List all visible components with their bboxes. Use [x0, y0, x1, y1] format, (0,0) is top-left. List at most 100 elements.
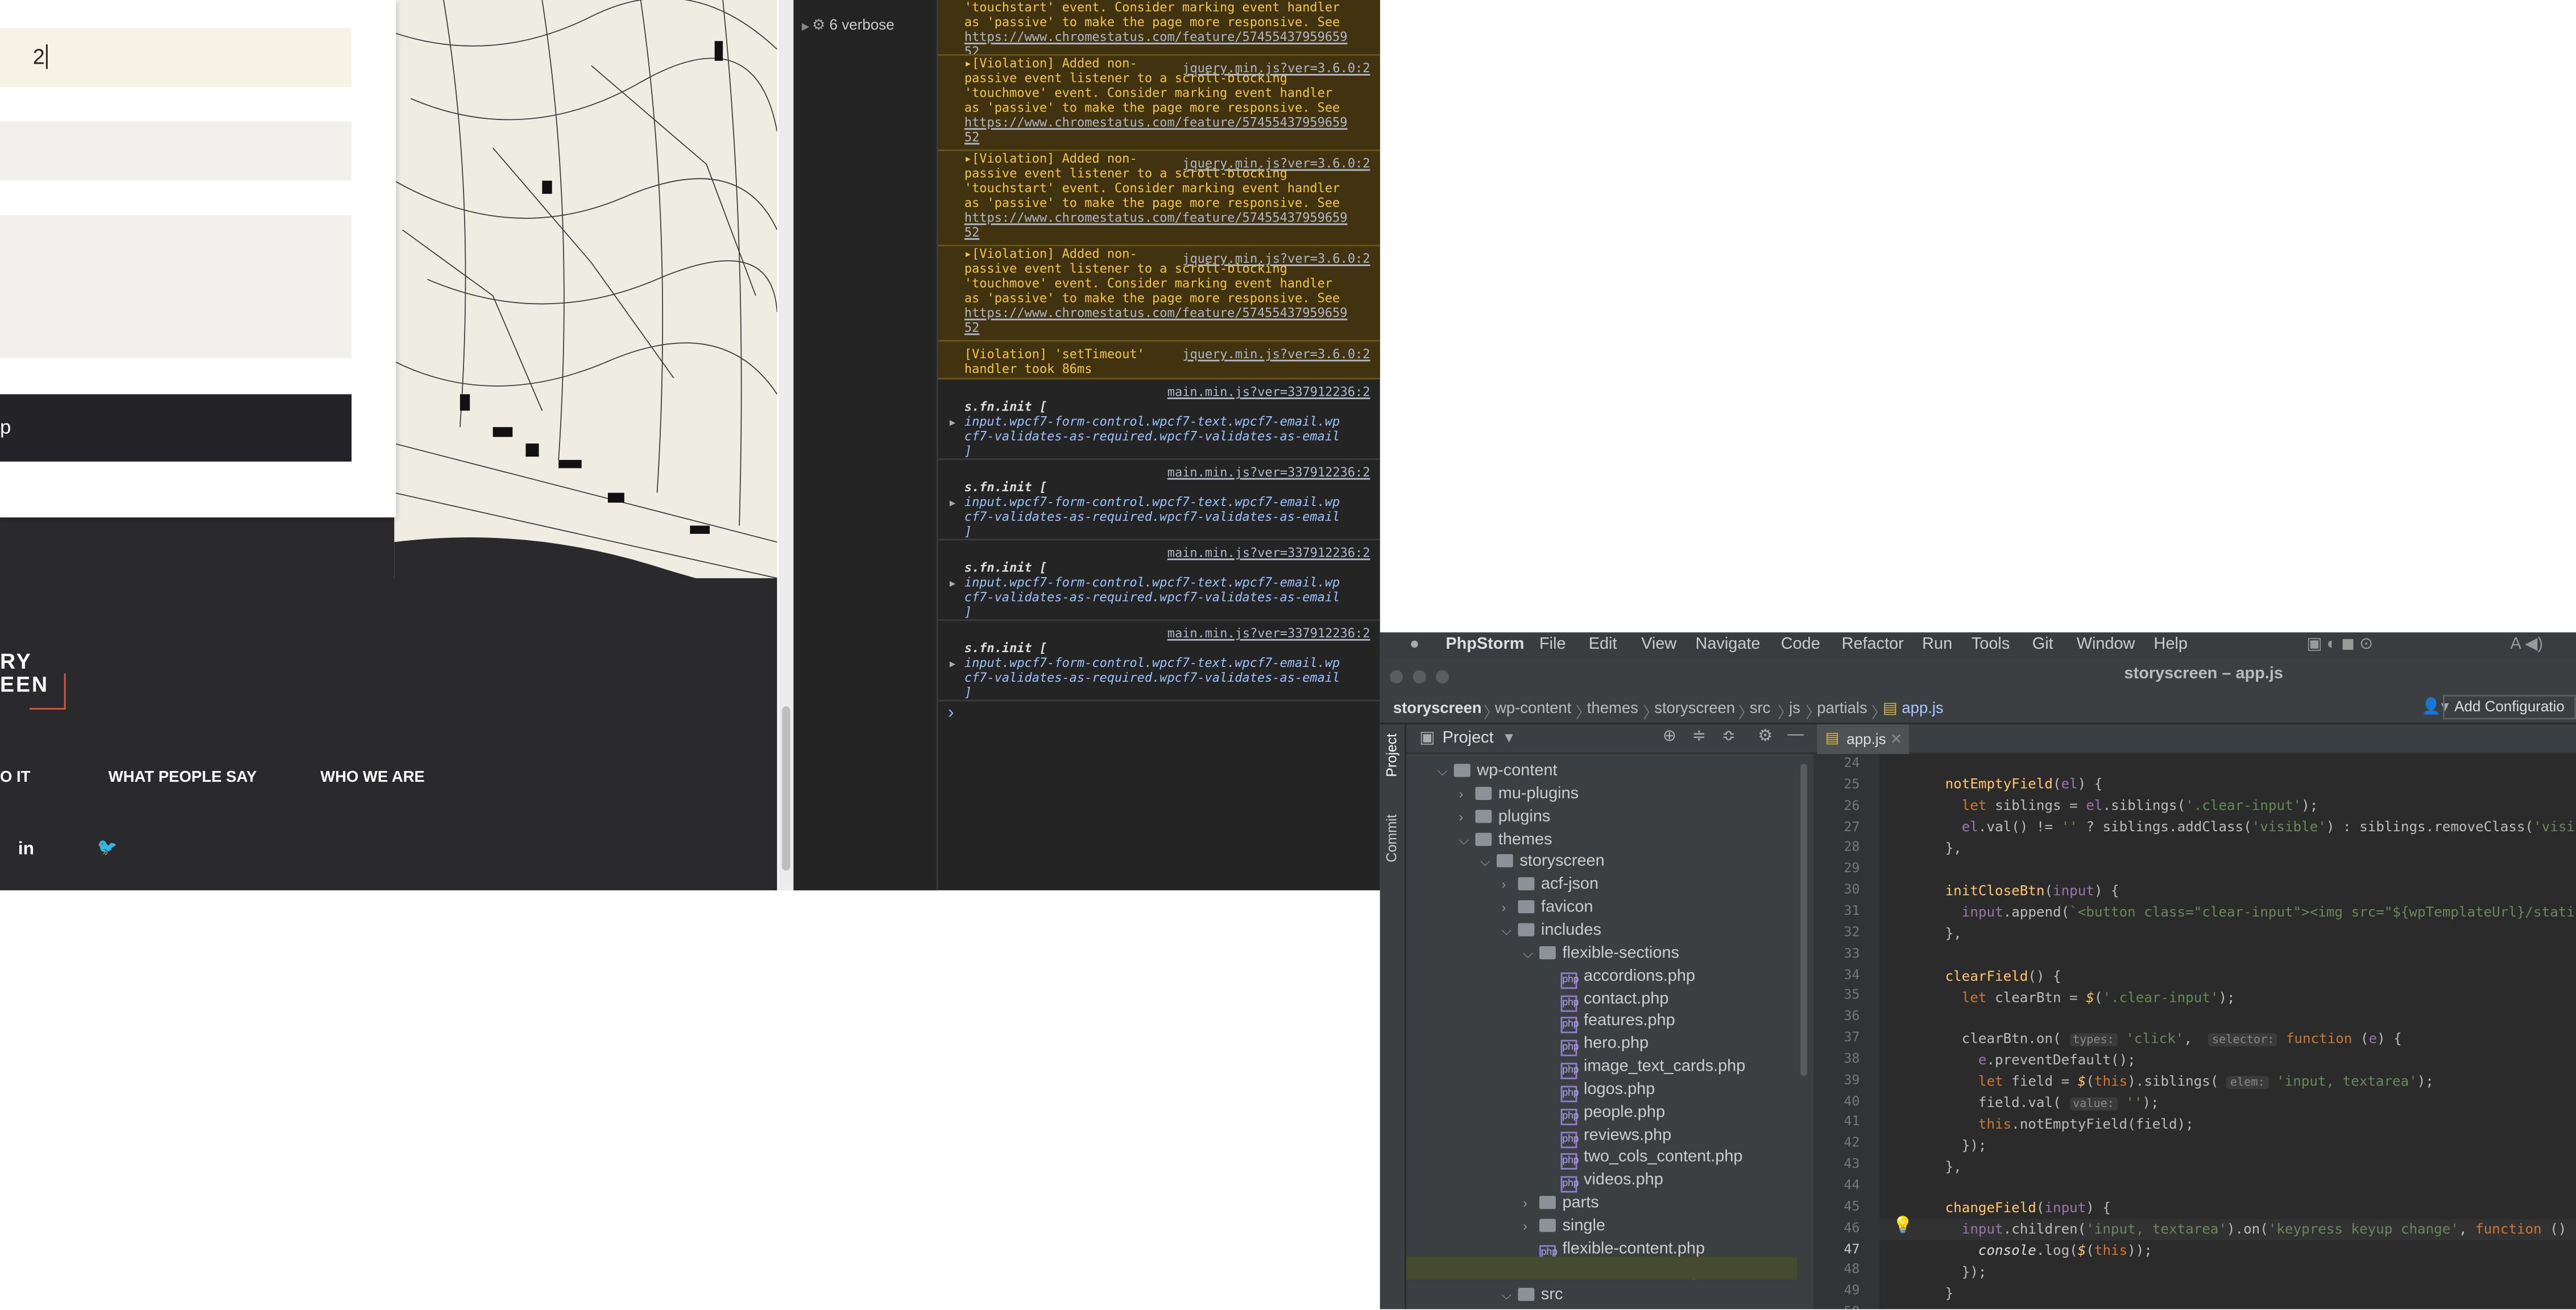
project-scrollbar[interactable]: [1800, 764, 1807, 1076]
twitter-icon[interactable]: 🐦: [97, 839, 117, 857]
tree-item[interactable]: › acf-json: [1502, 876, 1598, 898]
source-link[interactable]: main.min.js?ver=337912236:2: [1167, 384, 1370, 399]
close-icon[interactable]: ✕: [1890, 731, 1903, 749]
sidebar-item-verbose[interactable]: ▶ ⚙ 6 verbose: [802, 16, 894, 35]
source-link[interactable]: jquery.min.js?ver=3.6.0:2: [1182, 251, 1370, 266]
submit-button[interactable]: p: [0, 394, 352, 462]
tree-item[interactable]: › single: [1523, 1217, 1605, 1239]
hide-panel-icon[interactable]: —: [1787, 726, 1804, 744]
tree-item[interactable]: php videos.php: [1544, 1172, 1663, 1193]
source-link[interactable]: jquery.min.js?ver=3.6.0:2: [1182, 156, 1370, 171]
chevron-right-icon[interactable]: ›: [1459, 809, 1475, 824]
project-view-selector[interactable]: Project: [1443, 729, 1494, 748]
tree-item[interactable]: › favicon: [1502, 899, 1593, 921]
breadcrumb-item[interactable]: ▤ app.js: [1883, 700, 1944, 718]
expand-all-icon[interactable]: ≑: [1692, 728, 1706, 746]
tree-item[interactable]: php logos.php: [1544, 1081, 1655, 1102]
menu-tools[interactable]: Tools: [1972, 636, 2010, 654]
chevron-down-icon[interactable]: ⌵: [1523, 946, 1539, 962]
tree-item[interactable]: php image_text_cards.php: [1544, 1058, 1745, 1080]
linkedin-icon[interactable]: in: [18, 839, 34, 859]
code-editor[interactable]: ▤ app.js ✕ 24 25 26 27 28 29 30 31 32 33 34 35 36 37 38 3…: [1813, 724, 2576, 1309]
breadcrumb-item[interactable]: storyscreen: [1393, 700, 1482, 718]
tree-item[interactable]: › plugins: [1459, 808, 1550, 830]
console-warning[interactable]: jquery.min.js?ver=3.6.0:2 ▸[Violation] Ad…: [938, 246, 1380, 342]
breadcrumb-item[interactable]: src: [1750, 700, 1771, 718]
source-link[interactable]: main.min.js?ver=337912236:2: [1167, 465, 1370, 480]
chevron-right-icon[interactable]: ›: [1502, 900, 1518, 915]
menu-view[interactable]: View: [1641, 636, 1676, 654]
minimize-window-button[interactable]: [1413, 670, 1426, 683]
menu-git[interactable]: Git: [2032, 636, 2053, 654]
menu-file[interactable]: File: [1539, 636, 1566, 654]
collapse-all-icon[interactable]: ≎: [1722, 728, 1736, 746]
chevron-right-icon[interactable]: ›: [1502, 877, 1518, 892]
volume-icon[interactable]: A ◀): [2510, 636, 2543, 654]
form-field-name[interactable]: 2: [0, 28, 352, 88]
console-log[interactable]: main.min.js?ver=337912236:2 s.fn.init [ …: [938, 460, 1380, 541]
console-prompt[interactable]: ›: [948, 703, 954, 723]
chevron-right-icon[interactable]: ›: [1523, 1219, 1539, 1234]
breadcrumb-item[interactable]: storyscreen: [1654, 700, 1735, 718]
tree-item[interactable]: › mu-plugins: [1459, 785, 1579, 807]
tree-item[interactable]: ⌵ storyscreen: [1480, 853, 1605, 875]
locate-icon[interactable]: ⊕: [1663, 728, 1676, 746]
console-log[interactable]: main.min.js?ver=337912236:2 s.fn.init [ …: [938, 540, 1380, 621]
tree-item[interactable]: php features.php: [1544, 1013, 1675, 1034]
tree-item[interactable]: ⌵ themes: [1459, 831, 1552, 852]
console-warning[interactable]: jquery.min.js?ver=3.6.0:2 [Violation] 'se…: [938, 341, 1380, 380]
apple-icon[interactable]: ●: [1410, 636, 1419, 654]
tree-item[interactable]: ⌵ flexible-sections: [1523, 944, 1679, 966]
breadcrumb-item[interactable]: themes: [1587, 700, 1638, 718]
source-link[interactable]: main.min.js?ver=337912236:2: [1167, 626, 1370, 641]
console-log[interactable]: main.min.js?ver=337912236:2 s.fn.init [ …: [938, 379, 1380, 460]
nav-link-who-we-are[interactable]: WHO WE ARE: [320, 769, 424, 787]
menu-phpstorm[interactable]: PhpStorm: [1446, 636, 1524, 654]
breadcrumb-item[interactable]: wp-content: [1495, 700, 1571, 718]
add-configuration-button[interactable]: Add Configuratio: [2442, 695, 2576, 720]
tree-item[interactable]: ⌵ includes: [1502, 922, 1601, 943]
tree-item[interactable]: ⌵ wp-content: [1438, 762, 1558, 784]
nav-link-what-people-say[interactable]: WHAT PEOPLE SAY: [109, 769, 257, 787]
tab-project[interactable]: Project: [1384, 733, 1400, 777]
menu-window[interactable]: Window: [2077, 636, 2135, 654]
map[interactable]: [394, 0, 777, 578]
page-scrollbar-thumb[interactable]: [782, 706, 790, 871]
tree-item[interactable]: › parts: [1523, 1195, 1599, 1216]
source-link[interactable]: jquery.min.js?ver=3.6.0:2: [1182, 61, 1370, 76]
console-warning[interactable]: 'touchstart' event. Consider marking eve…: [938, 0, 1380, 56]
tree-item[interactable]: ⌵ src: [1502, 1286, 1563, 1307]
chevron-down-icon[interactable]: ⌵: [1438, 764, 1454, 780]
chevron-down-icon[interactable]: ⌵: [1480, 855, 1497, 871]
tree-item[interactable]: php contact.php: [1544, 990, 1668, 1011]
tree-item[interactable]: php people.php: [1544, 1104, 1665, 1125]
close-window-button[interactable]: [1390, 670, 1403, 683]
source-link[interactable]: jquery.min.js?ver=3.6.0:2: [1182, 347, 1370, 362]
chevron-down-icon[interactable]: ⌵: [1502, 923, 1518, 939]
console-warning[interactable]: jquery.min.js?ver=3.6.0:2 ▸[Violation] Ad…: [938, 151, 1380, 247]
chevron-down-icon[interactable]: ⌵: [1502, 1287, 1518, 1304]
tree-item[interactable]: php two_cols_content.php: [1544, 1149, 1742, 1171]
zoom-window-button[interactable]: [1436, 670, 1449, 683]
chevron-right-icon[interactable]: ›: [1523, 1196, 1539, 1211]
breadcrumb-item[interactable]: partials: [1817, 700, 1867, 718]
breadcrumb-item[interactable]: js: [1789, 700, 1800, 718]
chevron-down-icon[interactable]: ▾: [1505, 729, 1513, 748]
tab-app-js[interactable]: ▤ app.js ✕: [1817, 724, 1910, 755]
tree-item[interactable]: php hero.php: [1544, 1035, 1649, 1057]
chevron-right-icon[interactable]: ›: [1459, 786, 1475, 801]
form-field-email[interactable]: [0, 121, 352, 181]
chevron-down-icon[interactable]: ⌵: [1459, 832, 1475, 848]
console-warning[interactable]: jquery.min.js?ver=3.6.0:2 ▸[Violation] Ad…: [938, 56, 1380, 151]
menu-run[interactable]: Run: [1922, 636, 1952, 654]
nav-link-how-it[interactable]: O IT: [0, 769, 30, 787]
menu-refactor[interactable]: Refactor: [1842, 636, 1904, 654]
tree-item[interactable]: php accordions.php: [1544, 967, 1695, 989]
menu-edit[interactable]: Edit: [1589, 636, 1617, 654]
menu-navigate[interactable]: Navigate: [1695, 636, 1760, 654]
menu-help[interactable]: Help: [2154, 636, 2188, 654]
tab-commit[interactable]: Commit: [1384, 814, 1400, 863]
source-link[interactable]: main.min.js?ver=337912236:2: [1167, 545, 1370, 560]
menu-code[interactable]: Code: [1781, 636, 1820, 654]
lightbulb-icon[interactable]: 💡: [1892, 1217, 1913, 1236]
